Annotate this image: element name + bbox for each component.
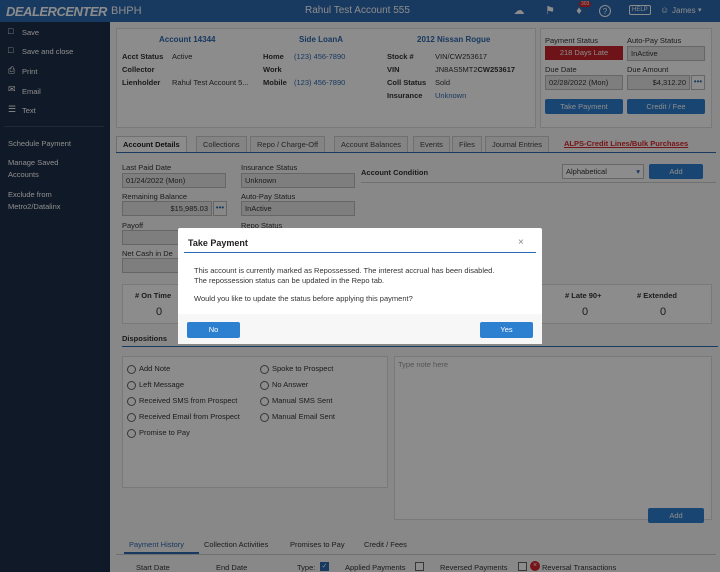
dialog-title: Take Payment — [188, 238, 248, 248]
divider — [184, 252, 536, 253]
dialog-message-line1: This account is currently marked as Repo… — [194, 266, 495, 275]
close-icon[interactable]: × — [518, 237, 524, 248]
dialog-message-line2: The repossession status can be updated i… — [194, 276, 385, 285]
yes-button[interactable]: Yes — [480, 322, 533, 338]
dialog-question: Would you like to update the status befo… — [194, 294, 413, 303]
take-payment-dialog: Take Payment × This account is currently… — [178, 228, 542, 344]
no-button[interactable]: No — [187, 322, 240, 338]
